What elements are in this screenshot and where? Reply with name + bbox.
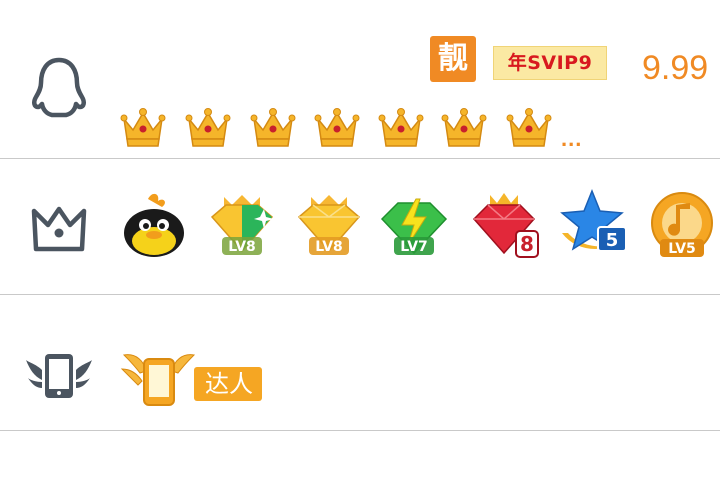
penguin-badge-icon[interactable] (116, 187, 192, 263)
green-lightning-badge-icon[interactable]: LV7 (376, 187, 452, 263)
divider (0, 430, 720, 431)
crown-icon (314, 108, 360, 147)
blue-star-badge-icon[interactable]: 5 (554, 187, 630, 263)
winged-phone-icon (26, 354, 92, 398)
crown-icon (506, 108, 552, 147)
svip-level-badge[interactable]: 年SVIP9 (493, 46, 607, 80)
red-gem-badge-icon[interactable]: 8 (466, 187, 542, 263)
crown-icon (185, 108, 231, 147)
red-gem-shape: 8 (472, 193, 539, 258)
qq-level-row: 靓 年SVIP9 9.99 ... (0, 0, 720, 158)
crown-icon (441, 108, 487, 147)
badge-level-label: 8 (520, 232, 534, 256)
badge-level-label: LV7 (400, 239, 428, 255)
price-label: 9.99 (642, 49, 709, 87)
gold-diamond-shape: LV8 (297, 195, 361, 255)
lightning-shape: LV7 (380, 198, 448, 255)
pretty-number-badge[interactable]: 靓 (430, 36, 476, 82)
crown-icon (250, 108, 296, 147)
badge-level-label: LV5 (668, 241, 696, 257)
badge-level-label: 5 (606, 230, 619, 251)
music-badge-icon[interactable]: LV5 (644, 187, 720, 263)
diamond-shape: LV8 (210, 195, 274, 255)
crown-icon (120, 108, 166, 147)
mobile-expert-row: 达人 (0, 295, 720, 430)
crown-icon (378, 108, 424, 147)
more-indicator[interactable]: ... (561, 126, 582, 152)
blue-star-shape: 5 (560, 188, 627, 252)
gold-diamond-badge-icon[interactable]: LV8 (291, 187, 367, 263)
crown-outline-icon (31, 206, 87, 252)
vip-badges-row: LV8 LV8 LV7 8 5 LV5 (0, 159, 720, 294)
expert-badge-label: 达人 (205, 370, 253, 398)
badge-level-label: LV8 (228, 239, 256, 255)
badge-level-label: LV8 (315, 239, 343, 255)
penguin-outline-icon (32, 57, 86, 118)
music-shape: LV5 (651, 192, 713, 257)
diamond-badge-icon[interactable]: LV8 (204, 187, 280, 263)
